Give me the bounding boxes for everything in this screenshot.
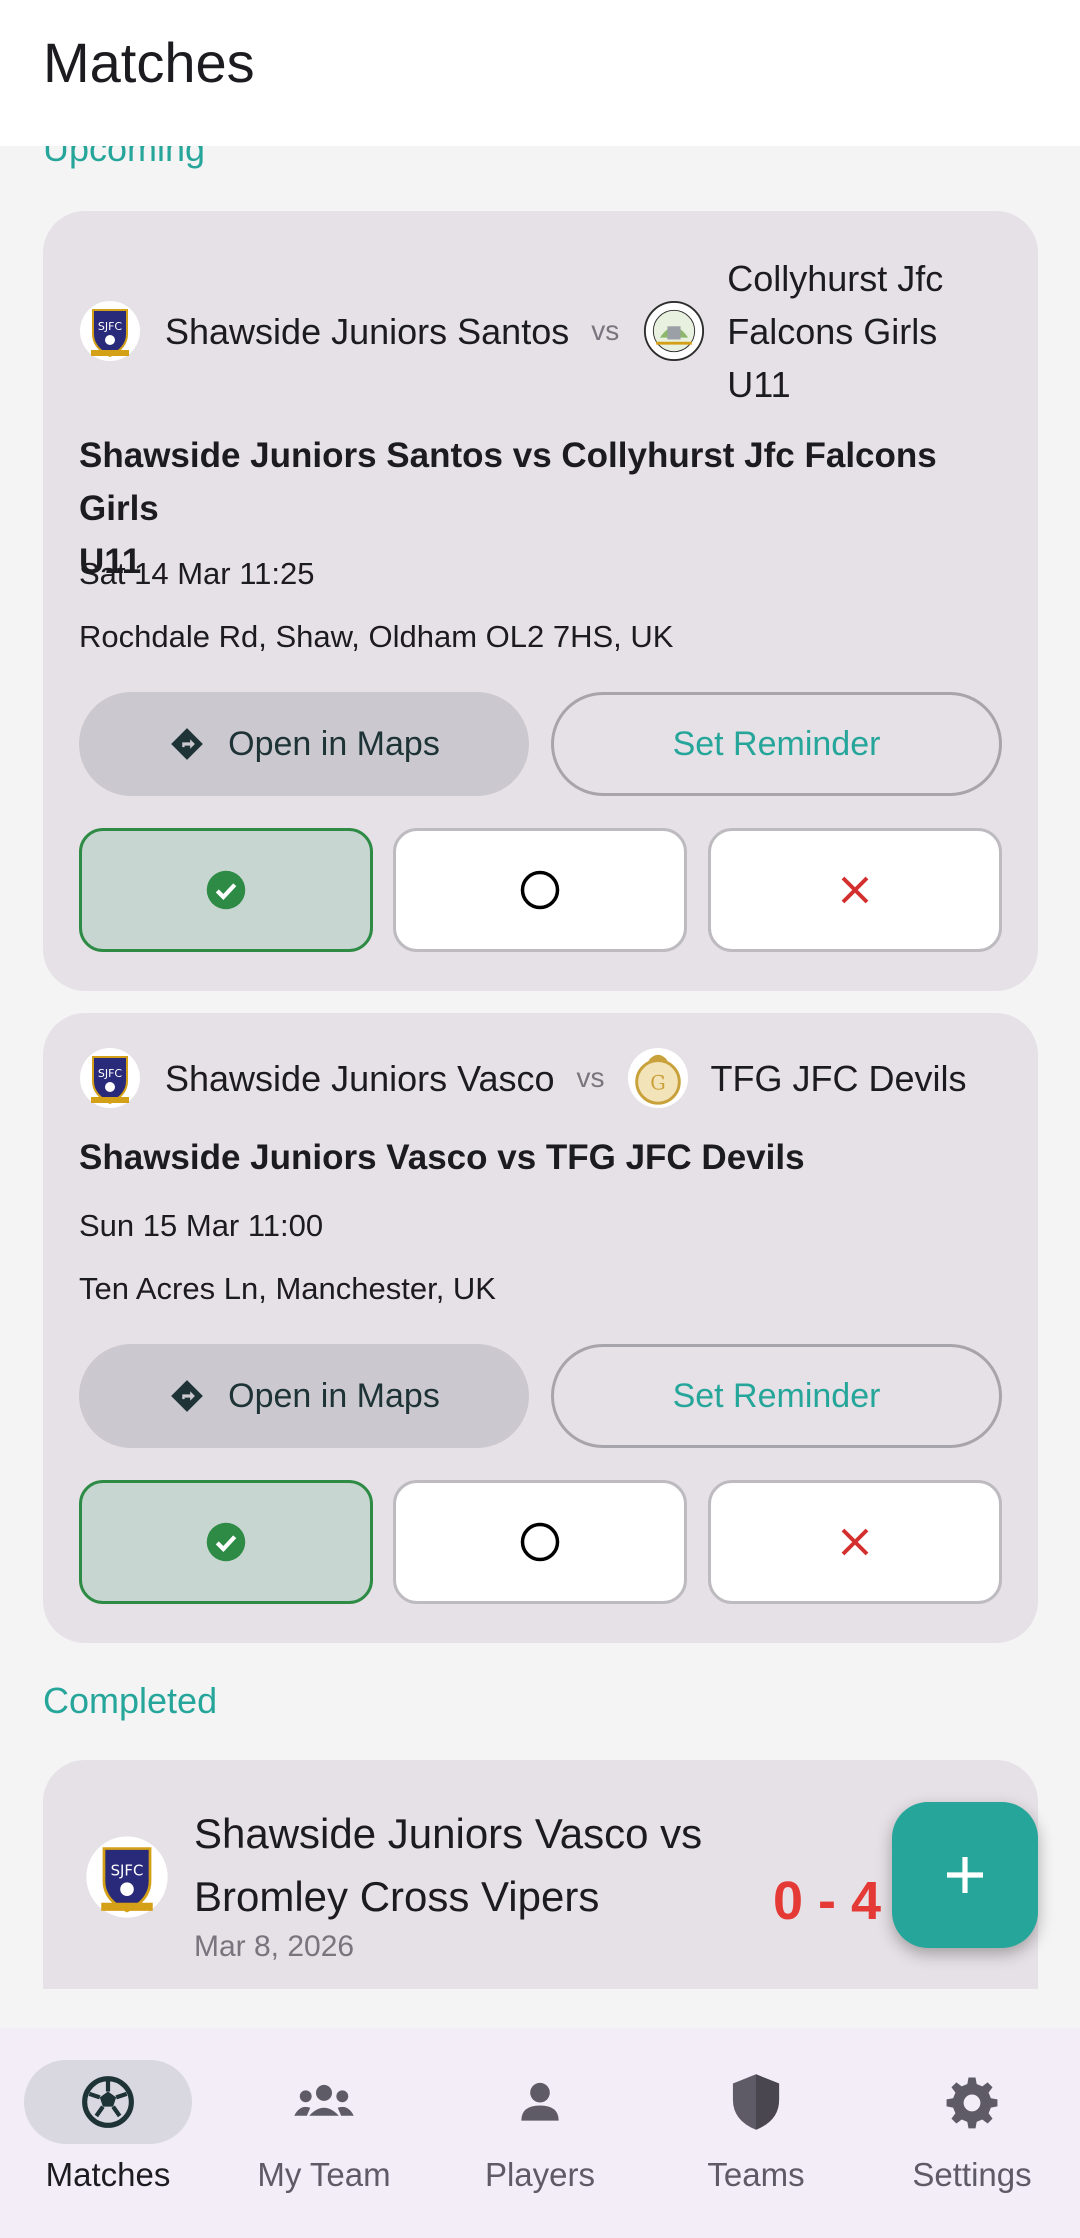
svg-text:G: G — [650, 1072, 665, 1095]
nav-teams[interactable]: Teams — [648, 2028, 864, 2238]
completed-match-date: Mar 8, 2026 — [194, 1930, 355, 1963]
open-in-maps-button[interactable]: Open in Maps — [79, 692, 529, 796]
nav-label: Players — [484, 2156, 596, 2193]
circle-outline-icon — [520, 870, 560, 910]
vs-label: vs — [576, 1062, 605, 1093]
match-datetime: Sat 14 Mar 11:25 — [79, 556, 315, 591]
available-button[interactable] — [79, 828, 373, 952]
gear-icon — [946, 2077, 998, 2129]
away-team-crest-icon — [643, 300, 705, 362]
directions-icon — [171, 1380, 203, 1412]
check-circle-icon — [206, 870, 246, 910]
away-team-crest-icon: G — [627, 1047, 689, 1109]
home-team-crest-icon: SJFC — [79, 300, 141, 362]
maybe-button[interactable] — [393, 828, 687, 952]
svg-text:SJFC: SJFC — [98, 1067, 123, 1080]
shield-icon — [732, 2074, 780, 2130]
plus-icon — [947, 1857, 983, 1893]
team-crest-icon: SJFC — [85, 1835, 169, 1919]
nav-label: Settings — [912, 2156, 1032, 2193]
completed-match-card[interactable]: SJFC Shawside Juniors Vasco vs Bromley C… — [43, 1760, 1038, 1989]
match-title: Shawside Juniors Vasco vs TFG JFC Devils — [79, 1138, 805, 1177]
nav-label: Teams — [707, 2156, 805, 2193]
app-bar: Matches — [0, 0, 1080, 146]
maybe-button[interactable] — [393, 1480, 687, 1604]
unavailable-button[interactable] — [708, 1480, 1002, 1604]
nav-players[interactable]: Players — [432, 2028, 648, 2238]
directions-icon — [171, 728, 203, 760]
circle-outline-icon — [520, 1522, 560, 1562]
close-icon — [841, 1528, 869, 1556]
person-icon — [521, 2082, 559, 2121]
close-icon — [841, 876, 869, 904]
nav-settings[interactable]: Settings — [864, 2028, 1080, 2238]
set-reminder-button[interactable]: Set Reminder — [551, 1344, 1002, 1448]
open-in-maps-button[interactable]: Open in Maps — [79, 1344, 529, 1448]
page-title: Matches — [43, 31, 255, 94]
completed-match-title: Shawside Juniors Vasco vs Bromley Cross … — [194, 1810, 703, 1920]
available-button[interactable] — [79, 1480, 373, 1604]
match-datetime: Sun 15 Mar 11:00 — [79, 1208, 324, 1243]
match-score: 0 - 4 — [773, 1871, 882, 1931]
away-team-name: TFG JFC Devils — [710, 1057, 967, 1099]
home-team-crest-icon: SJFC — [79, 1047, 141, 1109]
bottom-navigation: Matches My Team Players Teams Settings — [0, 2028, 1080, 2238]
home-team-name: Shawside Juniors Vasco — [165, 1057, 555, 1099]
set-reminder-button[interactable]: Set Reminder — [551, 692, 1002, 796]
match-card[interactable]: SJFC Shawside Juniors Vasco vs G TFG JFC… — [43, 1013, 1038, 1643]
nav-label: My Team — [257, 2156, 391, 2193]
home-team-name: Shawside Juniors Santos — [165, 310, 570, 352]
svg-text:SJFC: SJFC — [98, 320, 123, 333]
group-icon — [294, 2084, 354, 2116]
svg-text:SJFC: SJFC — [111, 1862, 144, 1880]
section-upcoming-label: Upcoming — [43, 146, 206, 169]
add-match-button[interactable] — [892, 1802, 1038, 1948]
nav-matches[interactable]: Matches — [0, 2028, 216, 2238]
nav-my-team[interactable]: My Team — [216, 2028, 432, 2238]
vs-label: vs — [591, 315, 620, 346]
match-card[interactable]: SJFC Shawside Juniors Santos vs Collyhur… — [43, 211, 1038, 991]
unavailable-button[interactable] — [708, 828, 1002, 952]
check-circle-icon — [206, 1522, 246, 1562]
match-list[interactable]: Upcoming SJFC Shawside Juniors Santos vs — [0, 146, 1080, 1989]
match-location: Rochdale Rd, Shaw, Oldham OL2 7HS, UK — [79, 619, 674, 654]
away-team-name: Collyhurst Jfc Falcons Girls U11 — [727, 257, 944, 405]
soccer-ball-icon — [82, 2076, 134, 2128]
section-completed-label: Completed — [43, 1680, 218, 1721]
match-location: Ten Acres Ln, Manchester, UK — [79, 1271, 496, 1306]
nav-label: Matches — [45, 2156, 171, 2193]
